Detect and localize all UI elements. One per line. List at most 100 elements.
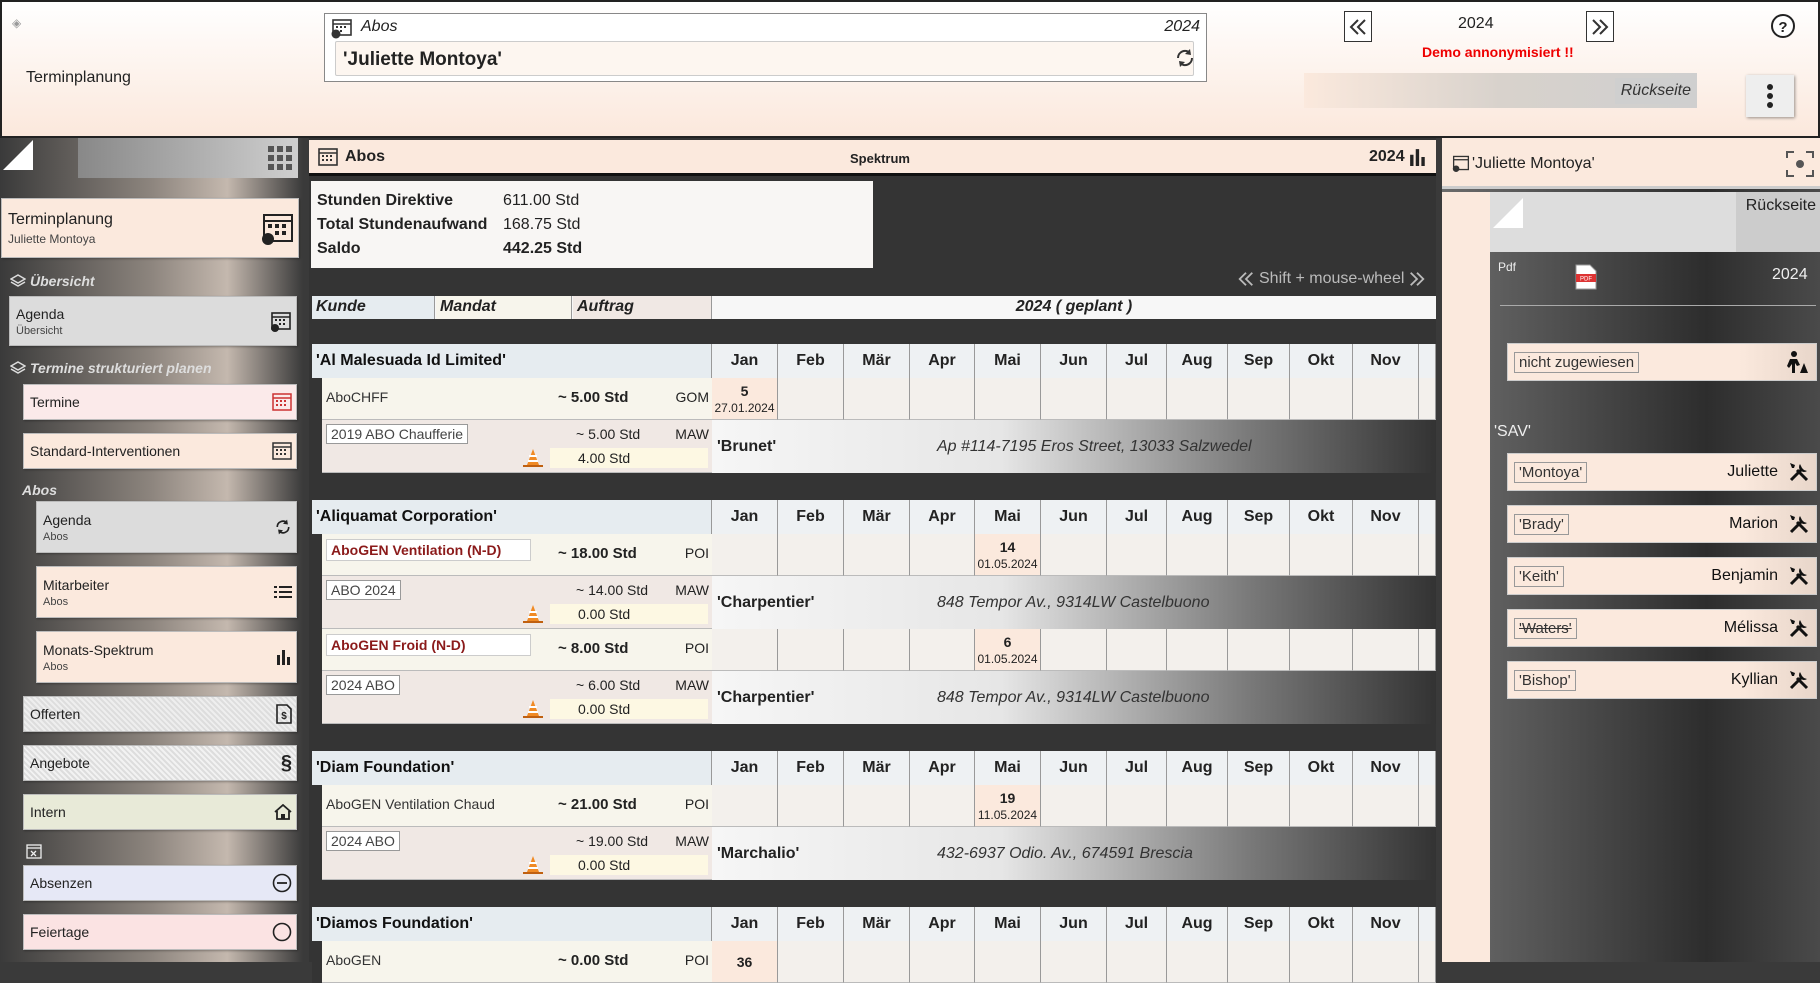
assignment-info[interactable]: 2024 ABO ~ 19.00 Std MAW 0.00 Std (322, 827, 712, 880)
month-cell[interactable] (1107, 785, 1167, 827)
col-auftrag[interactable]: Auftrag (573, 296, 712, 319)
app-icon[interactable]: ◈ (12, 16, 21, 30)
help-icon[interactable]: ? (1770, 13, 1796, 39)
assigned-worker[interactable]: 'Charpentier' 848 Tempor Av., 9314LW Cast… (712, 576, 1436, 629)
worker-row[interactable]: 'Bishop' Kyllian (1507, 661, 1817, 699)
month-cell[interactable] (910, 629, 975, 671)
shift-scroll-hint[interactable]: Shift + mouse-wheel (1237, 269, 1426, 289)
month-cell[interactable] (778, 785, 844, 827)
tools-icon[interactable] (1788, 669, 1810, 691)
month-cell[interactable] (1353, 629, 1419, 671)
month-cell[interactable] (1167, 534, 1228, 576)
rueckseite-bar[interactable]: Rückseite (1304, 73, 1697, 108)
month-cell[interactable] (778, 378, 844, 420)
month-cell[interactable] (1353, 941, 1419, 983)
assignment-row[interactable]: 2019 ABO Chaufferie ~ 5.00 Std MAW 4.00 Std… (312, 420, 1436, 473)
apps-bar[interactable] (78, 138, 298, 178)
month-cell[interactable] (1107, 378, 1167, 420)
nav-offerten[interactable]: Offerten $ (23, 696, 297, 732)
tools-icon[interactable] (1788, 461, 1810, 483)
unassigned-row[interactable]: nicht zugewiesen (1507, 343, 1817, 381)
assignment-info[interactable]: 2019 ABO Chaufferie ~ 5.00 Std MAW 4.00 Std (322, 420, 712, 473)
month-cell[interactable] (778, 534, 844, 576)
month-cell[interactable] (910, 941, 975, 983)
bar-chart-icon[interactable] (1409, 148, 1427, 166)
nav-termine[interactable]: Termine (23, 384, 297, 420)
assignment-info[interactable]: ABO 2024 ~ 14.00 Std MAW 0.00 Std (322, 576, 712, 629)
job-row[interactable]: AboGEN ~ 0.00 Std POI 36 (312, 941, 1436, 983)
assigned-worker[interactable]: 'Brunet' Ap #114-7195 Eros Street, 13033 … (712, 420, 1436, 473)
collapse-toggle-icon[interactable] (3, 140, 33, 170)
month-cell[interactable]: 5 27.01.2024 (712, 378, 778, 420)
tools-icon[interactable] (1788, 565, 1810, 587)
tools-icon[interactable] (1788, 617, 1810, 639)
month-cell[interactable] (712, 534, 778, 576)
month-cell[interactable] (1228, 785, 1290, 827)
worker-row[interactable]: 'Montoya' Juliette (1507, 453, 1817, 491)
nav-mitarbeiter[interactable]: Mitarbeiter Abos (36, 566, 297, 618)
month-cell[interactable] (1290, 629, 1353, 671)
month-cell[interactable] (1228, 534, 1290, 576)
assignment-row[interactable]: 2024 ABO ~ 19.00 Std MAW 0.00 Std 'Marchalio… (312, 827, 1436, 880)
customer-name[interactable]: 'Al Malesuada Id Limited' (312, 344, 712, 378)
month-cell[interactable]: 6 01.05.2024 (975, 629, 1041, 671)
assignment-tag[interactable]: 2024 ABO (326, 675, 400, 695)
month-cell[interactable] (1041, 629, 1107, 671)
month-cell[interactable] (1167, 629, 1228, 671)
month-cell[interactable] (1353, 534, 1419, 576)
job-row[interactable]: AboCHFF ~ 5.00 Std GOM 5 27.01.2024 (312, 378, 1436, 420)
month-cell[interactable] (1167, 941, 1228, 983)
month-cell[interactable] (975, 941, 1041, 983)
worker-row[interactable]: 'Brady' Marion (1507, 505, 1817, 543)
month-cell[interactable] (1290, 785, 1353, 827)
nav-intern[interactable]: Intern (23, 794, 297, 830)
month-cell[interactable] (1353, 378, 1419, 420)
nav-absenzen[interactable]: Absenzen (23, 865, 297, 901)
month-cell[interactable] (1041, 941, 1107, 983)
refresh-icon[interactable] (1174, 46, 1196, 70)
col-kunde[interactable]: Kunde (312, 296, 435, 319)
month-cell[interactable]: 14 01.05.2024 (975, 534, 1041, 576)
month-cell[interactable] (1107, 629, 1167, 671)
month-cell[interactable] (1290, 941, 1353, 983)
calendar-x-icon[interactable] (26, 843, 42, 859)
job-info[interactable]: AboCHFF ~ 5.00 Std GOM (322, 378, 712, 420)
month-cell[interactable] (1107, 941, 1167, 983)
apps-grid-icon[interactable] (268, 146, 292, 170)
collapse-toggle-icon[interactable] (1493, 198, 1523, 228)
assignment-tag[interactable]: 2019 ABO Chaufferie (326, 424, 469, 444)
job-info[interactable]: AboGEN ~ 0.00 Std POI (322, 941, 712, 983)
worker-row[interactable]: 'Waters' Mélissa (1507, 609, 1817, 647)
customer-name[interactable]: 'Diamos Foundation' (312, 907, 712, 941)
month-cell[interactable] (910, 534, 975, 576)
month-cell[interactable]: 36 (712, 941, 778, 983)
month-cell[interactable] (1228, 941, 1290, 983)
assignment-row[interactable]: ABO 2024 ~ 14.00 Std MAW 0.00 Std 'Charpenti… (312, 576, 1436, 629)
assignment-info[interactable]: 2024 ABO ~ 6.00 Std MAW 0.00 Std (322, 671, 712, 724)
more-menu-button[interactable] (1746, 75, 1794, 117)
nav-abos-agenda[interactable]: Agenda Abos (36, 501, 297, 553)
job-row[interactable]: AboGEN Froid (N-D) ~ 8.00 Std POI 6 01.05.20… (312, 629, 1436, 671)
nav-monats-spektrum[interactable]: Monats-Spektrum Abos (36, 631, 297, 683)
assigned-worker[interactable]: 'Charpentier' 848 Tempor Av., 9314LW Cast… (712, 671, 1436, 724)
job-row[interactable]: AboGEN Ventilation (N-D) ~ 18.00 Std POI 14… (312, 534, 1436, 576)
month-cell[interactable] (778, 941, 844, 983)
next-year-button[interactable] (1586, 11, 1614, 42)
rueckseite-label[interactable]: Rückseite (1736, 192, 1820, 252)
pdf-icon[interactable]: PDF (1574, 264, 1598, 290)
job-info[interactable]: AboGEN Ventilation (N-D) ~ 18.00 Std POI (322, 534, 712, 576)
assigned-worker[interactable]: 'Marchalio' 432-6937 Odio. Av., 674591 Br… (712, 827, 1436, 880)
nav-agenda-overview[interactable]: Agenda Übersicht (9, 296, 297, 346)
double-chevron-right-icon[interactable] (1408, 269, 1426, 289)
month-cell[interactable] (910, 785, 975, 827)
nav-feiertage[interactable]: Feiertage (23, 914, 297, 950)
month-cell[interactable] (1107, 534, 1167, 576)
month-cell[interactable] (1228, 629, 1290, 671)
prev-year-button[interactable] (1344, 11, 1372, 42)
job-row[interactable]: AboGEN Ventilation Chaud ~ 21.00 Std POI 19… (312, 785, 1436, 827)
month-cell[interactable] (844, 534, 910, 576)
customer-name[interactable]: 'Diam Foundation' (312, 751, 712, 785)
month-cell[interactable] (712, 785, 778, 827)
focus-frame-icon[interactable] (1786, 151, 1814, 177)
worker-row[interactable]: 'Keith' Benjamin (1507, 557, 1817, 595)
